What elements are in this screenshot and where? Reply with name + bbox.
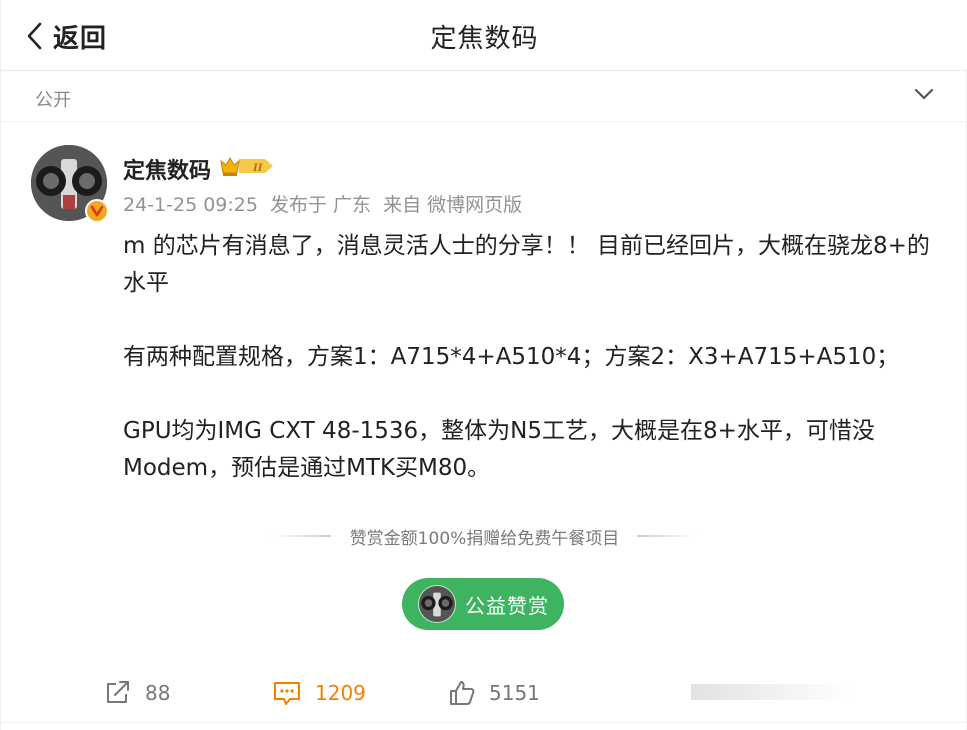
bottom-divider xyxy=(1,722,967,723)
comment-icon xyxy=(274,682,300,705)
share-button[interactable]: 88 xyxy=(105,678,170,708)
chevron-down-icon[interactable] xyxy=(914,87,934,101)
reward-button[interactable]: 公益赞赏 xyxy=(402,578,564,630)
reward-note: 赞赏金额100%捐赠给免费午餐项目 xyxy=(349,529,620,549)
reward-avatar xyxy=(418,585,456,623)
post-location: 发布于 广东 xyxy=(270,194,372,216)
verified-badge-icon xyxy=(85,199,109,223)
divider-right xyxy=(637,535,697,537)
weibo-post-page: 返回 定焦数码 公开 定焦数码 II 24-1-25 09:25 发布于 广东 … xyxy=(0,0,967,730)
like-count: 5151 xyxy=(489,681,540,705)
vip-level-text: II xyxy=(252,160,264,174)
post-meta: 24-1-25 09:25 发布于 广东 来自 微博网页版 xyxy=(123,190,528,217)
like-button[interactable]: 5151 xyxy=(449,678,540,708)
avatar[interactable] xyxy=(31,145,109,223)
post-paragraph: GPU均为IMG CXT 48-1536，整体为N5工艺，大概是在8+水平，可惜… xyxy=(123,418,875,481)
vip-crown-badge-icon[interactable]: II xyxy=(219,154,275,178)
faded-more-area xyxy=(691,684,851,700)
post-time[interactable]: 24-1-25 09:25 xyxy=(123,194,258,216)
author-name[interactable]: 定焦数码 xyxy=(123,153,211,185)
post-source: 来自 微博网页版 xyxy=(383,194,523,216)
visibility-label: 公开 xyxy=(35,90,71,111)
comment-button[interactable]: 1209 xyxy=(273,678,366,708)
thumbs-up-icon xyxy=(450,681,475,705)
reward-button-label: 公益赞赏 xyxy=(465,593,549,618)
post-paragraph: 有两种配置规格，方案1：A715*4+A510*4；方案2：X3+A715+A5… xyxy=(123,344,900,370)
top-bar: 返回 定焦数码 xyxy=(1,0,967,71)
comment-count: 1209 xyxy=(315,681,366,705)
page-title: 定焦数码 xyxy=(430,24,539,54)
post-paragraph: m 的芯片有消息了，消息灵活人士的分享！！ 目前已经回片，大概在骁龙8+的水平 xyxy=(123,233,930,296)
share-icon xyxy=(107,681,129,703)
visibility-bar[interactable]: 公开 xyxy=(1,71,967,122)
post-body: m 的芯片有消息了，消息灵活人士的分享！！ 目前已经回片，大概在骁龙8+的水平 … xyxy=(123,228,933,487)
share-count: 88 xyxy=(145,681,171,705)
